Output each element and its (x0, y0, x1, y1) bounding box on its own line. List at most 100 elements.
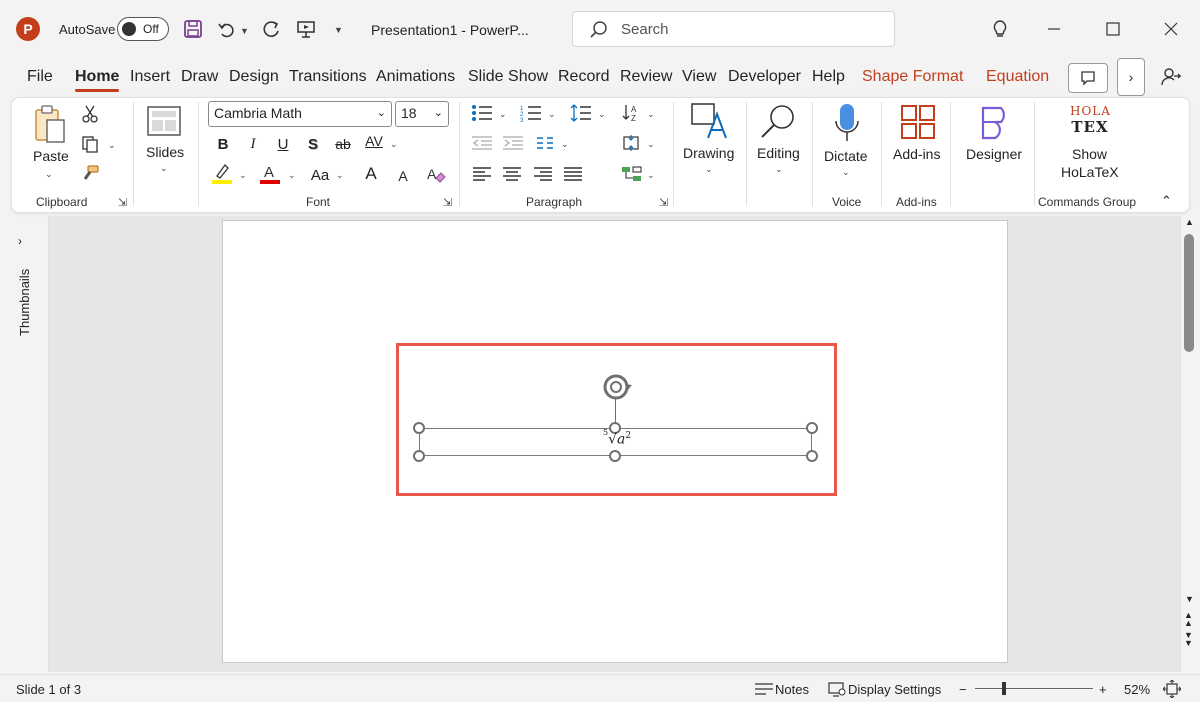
lightbulb-icon[interactable] (985, 14, 1015, 44)
change-case-dropdown-icon[interactable]: ⌄ (336, 170, 344, 181)
decrease-indent-icon[interactable] (471, 135, 493, 156)
close-icon[interactable] (1156, 14, 1186, 44)
scroll-up-icon[interactable]: ▲ (1185, 217, 1194, 227)
smartart-dropdown-icon[interactable]: ⌄ (647, 170, 655, 181)
next-slide-icon[interactable]: ▼ ▼ (1184, 631, 1193, 648)
tab-file[interactable]: File (27, 68, 53, 86)
drawing-shapes-icon[interactable] (690, 102, 728, 145)
addins-grid-icon[interactable] (900, 104, 936, 145)
font-size-combo[interactable]: 18 ⌄ (395, 101, 449, 127)
display-settings-icon[interactable] (828, 681, 846, 702)
clipboard-launcher-icon[interactable]: ⇲ (118, 196, 127, 209)
text-direction-icon[interactable]: AZ (622, 103, 644, 128)
underline-button[interactable]: U (274, 134, 292, 154)
paragraph-launcher-icon[interactable]: ⇲ (659, 196, 668, 209)
dictate-dropdown-icon[interactable]: ⌄ (842, 167, 850, 178)
copy-icon[interactable] (80, 134, 100, 154)
editing-search-icon[interactable] (759, 102, 797, 145)
comments-button[interactable] (1068, 63, 1108, 93)
align-text-dropdown-icon[interactable]: ⌄ (647, 139, 655, 150)
resize-handle[interactable] (806, 450, 818, 462)
previous-slide-icon[interactable]: ▲ ▲ (1184, 611, 1193, 628)
more-options-button[interactable]: › (1117, 58, 1145, 96)
redo-icon[interactable] (261, 18, 283, 40)
tab-review[interactable]: Review (620, 68, 672, 86)
holatex-logo[interactable]: HOLA TEX (1070, 104, 1110, 136)
copy-dropdown-icon[interactable]: ⌄ (108, 140, 116, 151)
format-painter-icon[interactable] (80, 164, 100, 184)
dictate-label[interactable]: Dictate (824, 148, 868, 164)
zoom-in-button[interactable]: + (1099, 682, 1107, 697)
tab-developer[interactable]: Developer (728, 68, 801, 86)
font-color-dropdown-icon[interactable]: ⌄ (288, 170, 296, 181)
highlighter-icon[interactable] (211, 162, 233, 184)
search-box[interactable]: Search (572, 11, 895, 47)
fit-to-window-icon[interactable] (1162, 679, 1182, 702)
bullets-icon[interactable] (471, 104, 493, 127)
line-spacing-dropdown-icon[interactable]: ⌄ (598, 109, 606, 120)
thumbnails-label[interactable]: Thumbnails (17, 269, 32, 336)
tab-transitions[interactable]: Transitions (289, 68, 367, 86)
resize-handle[interactable] (806, 422, 818, 434)
spacing-dropdown-icon[interactable]: ⌄ (390, 139, 398, 150)
maximize-icon[interactable] (1098, 14, 1128, 44)
align-text-icon[interactable] (621, 134, 643, 157)
scrollbar-thumb[interactable] (1184, 234, 1194, 352)
change-case-button[interactable]: Aa (308, 165, 332, 185)
drawing-dropdown-icon[interactable]: ⌄ (705, 164, 713, 175)
text-direction-dropdown-icon[interactable]: ⌄ (647, 109, 655, 120)
share-icon[interactable] (1160, 66, 1182, 93)
editing-dropdown-icon[interactable]: ⌄ (775, 164, 783, 175)
paste-icon[interactable] (33, 104, 67, 149)
scroll-down-icon[interactable]: ▼ (1185, 594, 1194, 604)
addins-label[interactable]: Add-ins (893, 146, 940, 162)
slides-label[interactable]: Slides (146, 144, 184, 160)
drawing-label[interactable]: Drawing (683, 145, 734, 161)
holatex-show-label[interactable]: Show (1072, 146, 1107, 162)
display-settings-button[interactable]: Display Settings (848, 682, 941, 697)
editing-label[interactable]: Editing (757, 145, 800, 161)
undo-dropdown-icon[interactable]: ▼ (240, 26, 249, 36)
highlight-dropdown-icon[interactable]: ⌄ (239, 170, 247, 181)
align-left-icon[interactable] (472, 166, 492, 187)
columns-dropdown-icon[interactable]: ⌄ (561, 139, 569, 150)
bullets-dropdown-icon[interactable]: ⌄ (499, 109, 507, 120)
notes-button[interactable]: Notes (775, 682, 809, 697)
tab-view[interactable]: View (682, 68, 716, 86)
resize-handle[interactable] (413, 450, 425, 462)
columns-icon[interactable] (536, 136, 554, 155)
tab-home[interactable]: Home (75, 68, 120, 92)
align-center-icon[interactable] (502, 166, 522, 187)
paste-dropdown-icon[interactable]: ⌄ (45, 169, 53, 180)
slides-dropdown-icon[interactable]: ⌄ (160, 163, 168, 174)
text-shadow-button[interactable]: S (304, 134, 322, 154)
resize-handle[interactable] (413, 422, 425, 434)
zoom-slider-track[interactable] (975, 688, 1093, 689)
autosave-toggle[interactable]: Off (117, 17, 169, 41)
tab-slide-show[interactable]: Slide Show (468, 68, 548, 86)
strikethrough-button[interactable]: ab (331, 134, 355, 154)
zoom-out-button[interactable]: − (959, 682, 967, 697)
numbering-icon[interactable]: 123 (520, 104, 542, 127)
zoom-level[interactable]: 52% (1124, 682, 1150, 697)
font-color-icon[interactable]: A (259, 162, 281, 184)
increase-indent-icon[interactable] (502, 135, 524, 156)
tab-animations[interactable]: Animations (376, 68, 455, 86)
tab-draw[interactable]: Draw (181, 68, 218, 86)
grow-font-button[interactable]: A (360, 163, 382, 185)
smartart-icon[interactable] (621, 165, 643, 188)
minimize-icon[interactable] (1039, 14, 1069, 44)
justify-icon[interactable] (563, 166, 583, 187)
designer-icon[interactable] (977, 104, 1013, 145)
font-family-combo[interactable]: Cambria Math ⌄ (208, 101, 392, 127)
undo-icon[interactable] (215, 18, 237, 40)
bold-button[interactable]: B (214, 134, 232, 154)
holatex-name-label[interactable]: HoLaTeX (1061, 164, 1119, 180)
line-spacing-icon[interactable] (570, 103, 592, 128)
notes-icon[interactable] (754, 681, 774, 702)
tab-equation[interactable]: Equation (986, 68, 1049, 86)
font-launcher-icon[interactable]: ⇲ (443, 196, 452, 209)
microphone-icon[interactable] (834, 103, 860, 148)
align-right-icon[interactable] (533, 166, 553, 187)
designer-label[interactable]: Designer (966, 146, 1022, 162)
